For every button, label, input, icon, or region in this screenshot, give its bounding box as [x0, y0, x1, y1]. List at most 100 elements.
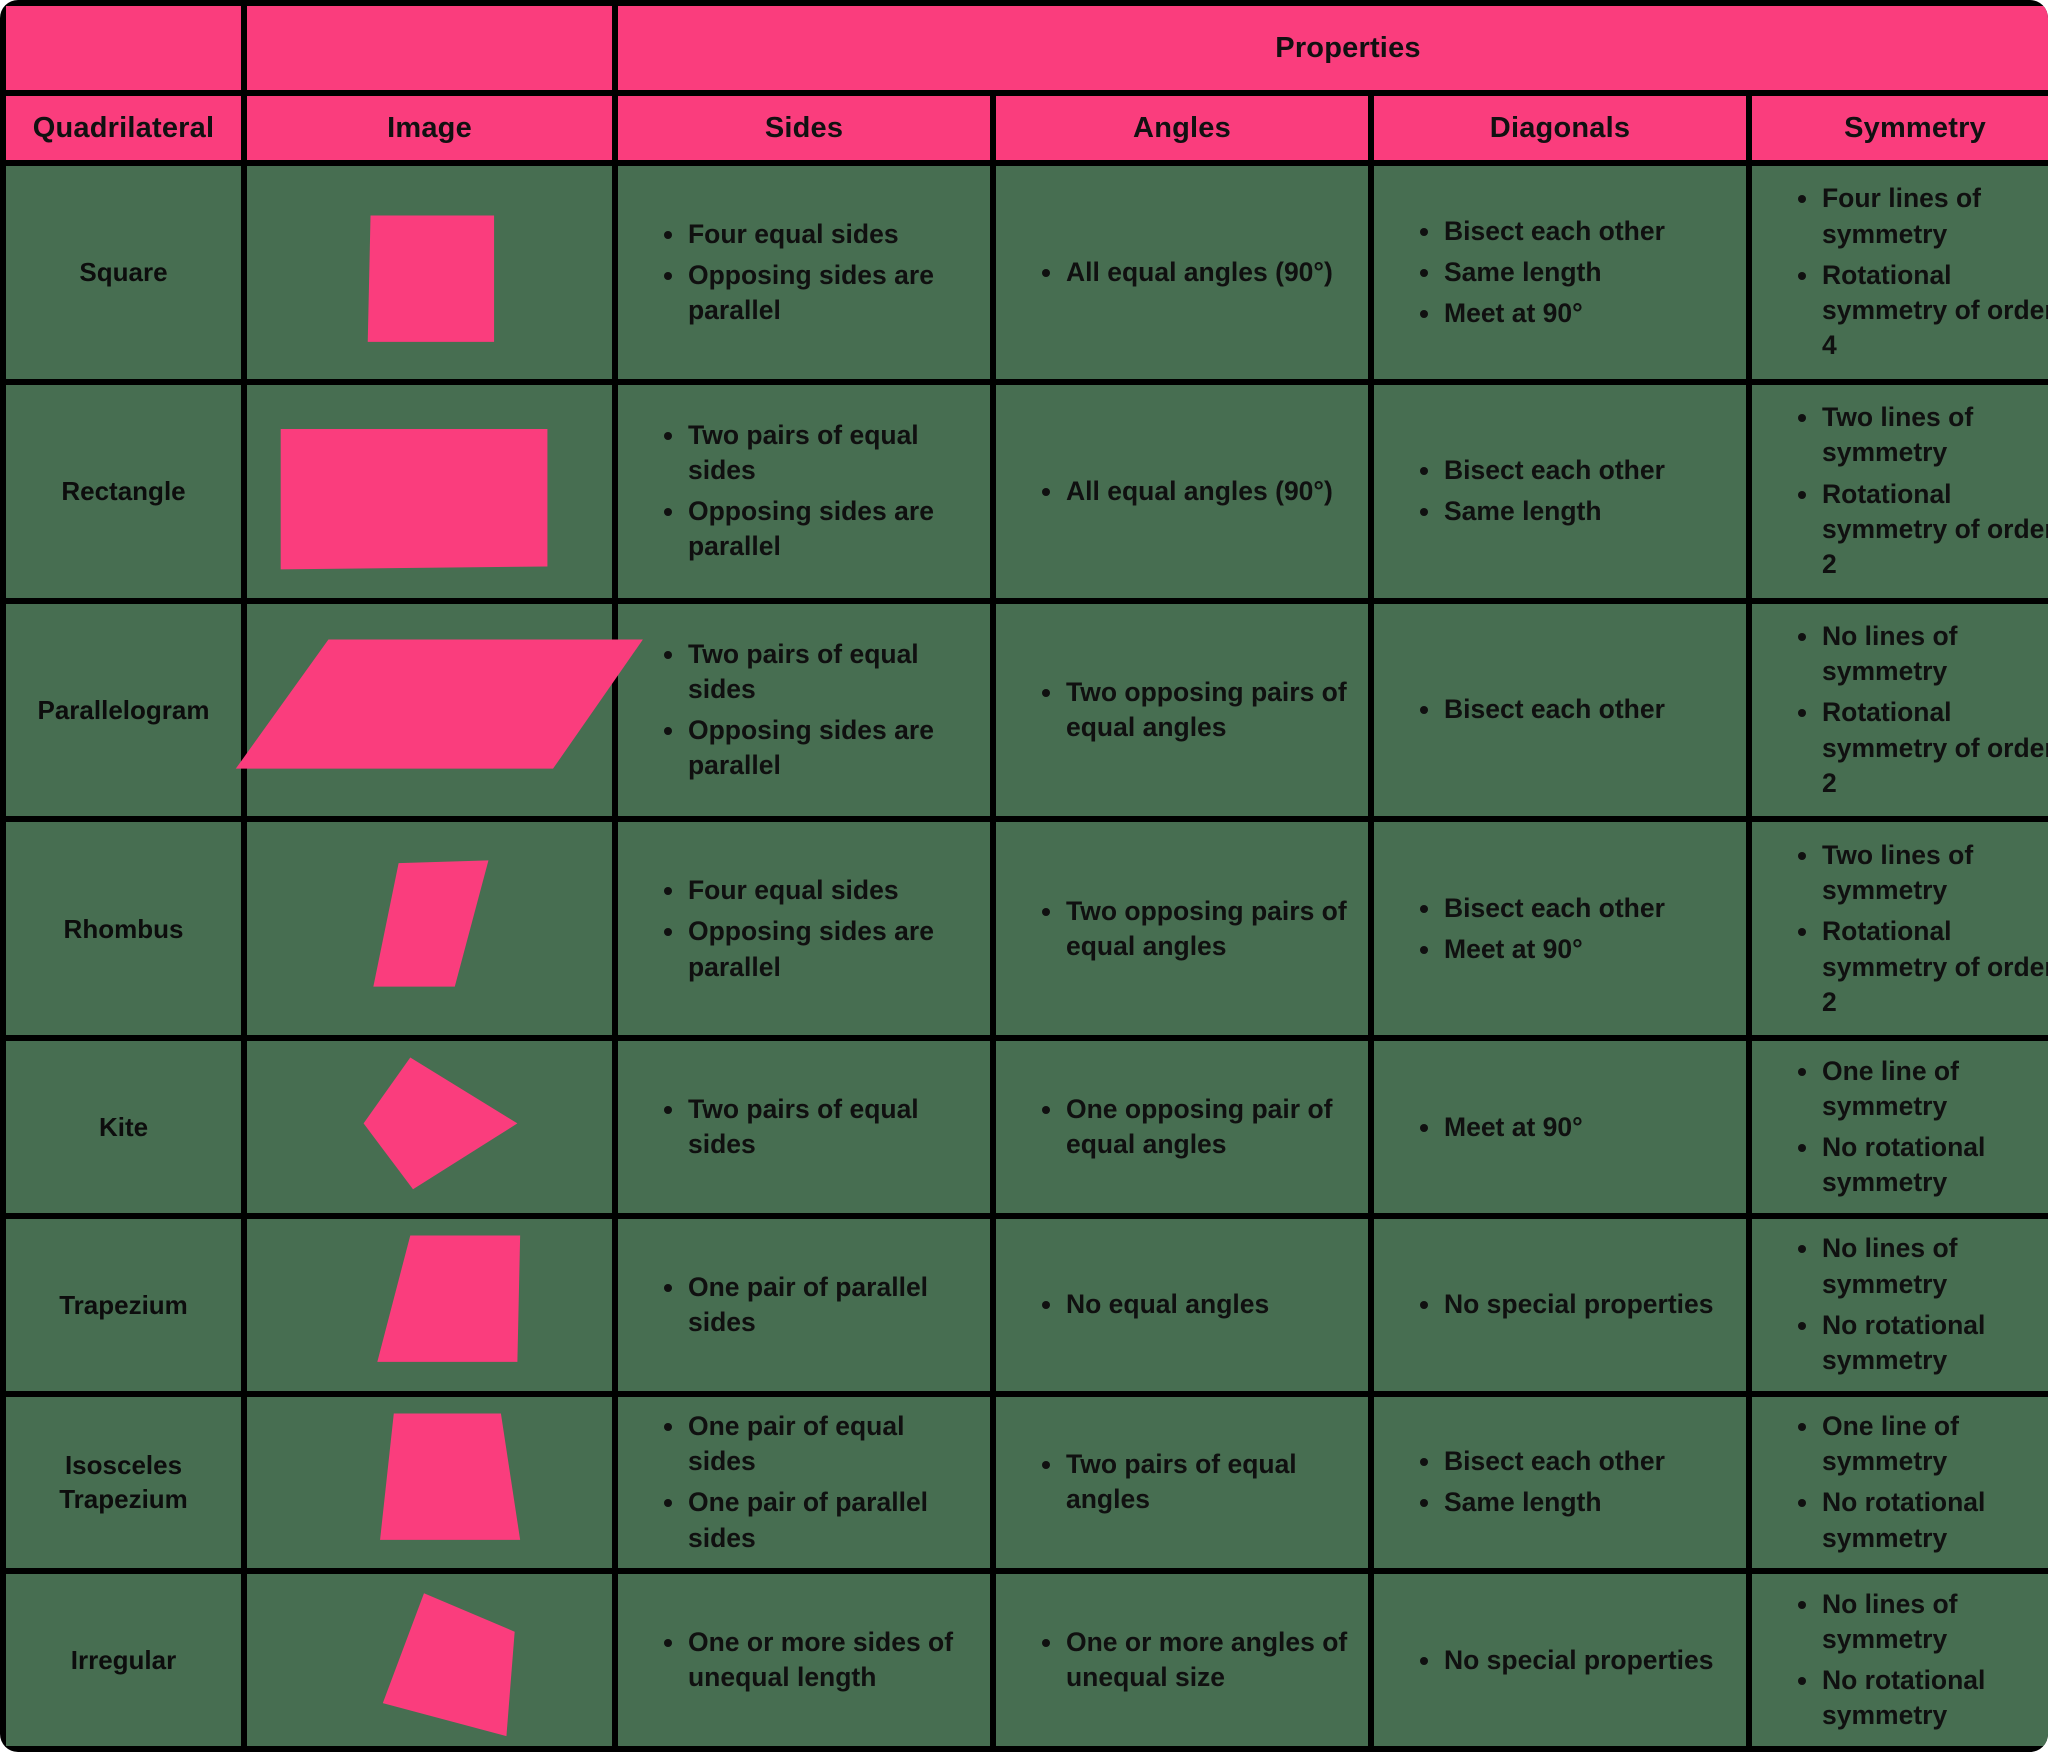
quadrilateral-name-cell: Rhombus — [6, 822, 241, 1036]
table-body: Square Four equal sides Opposing sides are… — [6, 166, 2048, 1746]
angles-cell: All equal angles (90°) — [996, 166, 1368, 379]
header-blank-image — [247, 6, 612, 90]
diagonals-cell: Bisect each other Same length Meet at 90° — [1374, 166, 1746, 379]
list-item: Bisect each other — [1418, 891, 1732, 926]
symmetry-cell: Two lines of symmetry Rotational symmetry… — [1752, 822, 2048, 1036]
sides-list: Two pairs of equal sides Opposing sides a… — [618, 637, 990, 784]
list-item: Two pairs of equal angles — [1040, 1447, 1354, 1517]
diagonals-cell: Bisect each other Meet at 90° — [1374, 822, 1746, 1036]
quadrilateral-name-cell: Kite — [6, 1041, 241, 1213]
angles-list: All equal angles (90°) — [996, 474, 1368, 509]
list-item: Meet at 90° — [1418, 1110, 1732, 1145]
symmetry-cell: One line of symmetry No rotational symmet… — [1752, 1041, 2048, 1213]
list-item: Rotational symmetry of order 2 — [1796, 477, 2048, 583]
list-item: Meet at 90° — [1418, 296, 1732, 331]
header-col-symmetry: Symmetry — [1752, 96, 2048, 160]
list-item: No rotational symmetry — [1796, 1308, 2048, 1378]
angles-list: All equal angles (90°) — [996, 255, 1368, 290]
quadrilateral-name: Kite — [98, 1111, 149, 1142]
list-item: Same length — [1418, 255, 1732, 290]
table-row: Square Four equal sides Opposing sides are… — [6, 166, 2048, 379]
list-item: Same length — [1418, 1485, 1732, 1520]
symmetry-cell: No lines of symmetry No rotational symmet… — [1752, 1218, 2048, 1391]
quadrilateral-name-cell: Parallelogram — [6, 603, 241, 817]
diagonals-list: Bisect each other — [1374, 692, 1746, 727]
header-col-diagonals: Diagonals — [1374, 96, 1746, 160]
list-item: No lines of symmetry — [1796, 1587, 2048, 1657]
list-item: No lines of symmetry — [1796, 619, 2048, 689]
list-item: Four equal sides — [662, 873, 976, 908]
diagonals-list: Bisect each other Meet at 90° — [1374, 891, 1746, 967]
sides-cell: One pair of parallel sides — [618, 1218, 990, 1391]
symmetry-list: One line of symmetry No rotational symmet… — [1752, 1409, 2048, 1556]
angles-cell: One opposing pair of equal angles — [996, 1041, 1368, 1213]
shape-image-cell — [247, 1218, 612, 1391]
shape-irregular-icon — [247, 1574, 612, 1746]
header-column-row: Quadrilateral Image Sides Angles Diagona… — [6, 96, 2048, 160]
list-item: Bisect each other — [1418, 214, 1732, 249]
shape-isosceles-trapezium-icon — [247, 1397, 612, 1569]
table-row: Kite Two pairs of equal sides One opposing… — [6, 1041, 2048, 1213]
table-row: Isosceles Trapezium One pair of equal sid… — [6, 1396, 2048, 1569]
angles-cell: One or more angles of unequal size — [996, 1574, 1368, 1746]
diagonals-cell: Bisect each other — [1374, 603, 1746, 817]
list-item: No lines of symmetry — [1796, 1231, 2048, 1301]
shape-rhombus-icon — [247, 822, 612, 1035]
list-item: Bisect each other — [1418, 453, 1732, 488]
list-item: Two opposing pairs of equal angles — [1040, 675, 1354, 745]
symmetry-cell: No lines of symmetry Rotational symmetry … — [1752, 603, 2048, 817]
angles-list: Two opposing pairs of equal angles — [996, 894, 1368, 964]
list-item: No special properties — [1418, 1643, 1732, 1678]
list-item: One pair of parallel sides — [662, 1270, 976, 1340]
properties-table: Properties Quadrilateral Image Sides Ang… — [0, 0, 2048, 1752]
shape-kite-icon — [247, 1041, 612, 1213]
list-item: Rotational symmetry of order 2 — [1796, 914, 2048, 1020]
sides-list: Two pairs of equal sides — [618, 1092, 990, 1162]
list-item: One opposing pair of equal angles — [1040, 1092, 1354, 1162]
list-item: Four lines of symmetry — [1796, 181, 2048, 251]
quadrilateral-name-cell: Square — [6, 166, 241, 379]
shape-parallelogram-icon — [235, 604, 643, 817]
list-item: Opposing sides are parallel — [662, 258, 976, 328]
sides-list: One pair of equal sides One pair of paral… — [618, 1409, 990, 1556]
sides-cell: Four equal sides Opposing sides are paral… — [618, 822, 990, 1036]
table-header: Properties Quadrilateral Image Sides Ang… — [6, 6, 2048, 160]
list-item: One pair of equal sides — [662, 1409, 976, 1479]
angles-cell: All equal angles (90°) — [996, 384, 1368, 598]
angles-list: Two pairs of equal angles — [996, 1447, 1368, 1517]
angles-list: Two opposing pairs of equal angles — [996, 675, 1368, 745]
sides-cell: One or more sides of unequal length — [618, 1574, 990, 1746]
quadrilateral-name-cell: Isosceles Trapezium — [6, 1396, 241, 1569]
diagonals-list: Bisect each other Same length — [1374, 1444, 1746, 1520]
sides-list: One or more sides of unequal length — [618, 1625, 990, 1695]
list-item: Rotational symmetry of order 4 — [1796, 258, 2048, 364]
table-row: Rectangle Two pairs of equal sides Opposin… — [6, 384, 2048, 598]
quadrilateral-name: Parallelogram — [37, 694, 210, 725]
list-item: Two opposing pairs of equal angles — [1040, 894, 1354, 964]
sides-cell: Two pairs of equal sides — [618, 1041, 990, 1213]
shape-trapezium-icon — [247, 1219, 612, 1391]
diagonals-cell: No special properties — [1374, 1218, 1746, 1391]
table-row: Parallelogram Two pairs of equal sides Opp… — [6, 603, 2048, 817]
sides-list: Four equal sides Opposing sides are paral… — [618, 217, 990, 329]
shape-image-cell — [247, 1041, 612, 1213]
quadrilateral-name: Rhombus — [63, 913, 184, 944]
symmetry-cell: Two lines of symmetry Rotational symmetry… — [1752, 384, 2048, 598]
symmetry-list: Two lines of symmetry Rotational symmetry… — [1752, 838, 2048, 1020]
sides-cell: One pair of equal sides One pair of paral… — [618, 1396, 990, 1569]
list-item: Two lines of symmetry — [1796, 400, 2048, 470]
table-row: Irregular One or more sides of unequal le… — [6, 1574, 2048, 1746]
symmetry-list: Two lines of symmetry Rotational symmetry… — [1752, 400, 2048, 582]
sides-cell: Four equal sides Opposing sides are paral… — [618, 166, 990, 379]
sides-cell: Two pairs of equal sides Opposing sides a… — [618, 603, 990, 817]
list-item: No special properties — [1418, 1287, 1732, 1322]
symmetry-list: Four lines of symmetry Rotational symmetr… — [1752, 181, 2048, 363]
list-item: One pair of parallel sides — [662, 1485, 976, 1555]
shape-image-cell — [247, 166, 612, 379]
diagonals-cell: Bisect each other Same length — [1374, 384, 1746, 598]
header-col-quadrilateral: Quadrilateral — [6, 96, 241, 160]
list-item: Meet at 90° — [1418, 932, 1732, 967]
quadrilateral-name: Square — [79, 257, 168, 288]
list-item: Four equal sides — [662, 217, 976, 252]
quadrilateral-name: Rectangle — [61, 475, 186, 506]
